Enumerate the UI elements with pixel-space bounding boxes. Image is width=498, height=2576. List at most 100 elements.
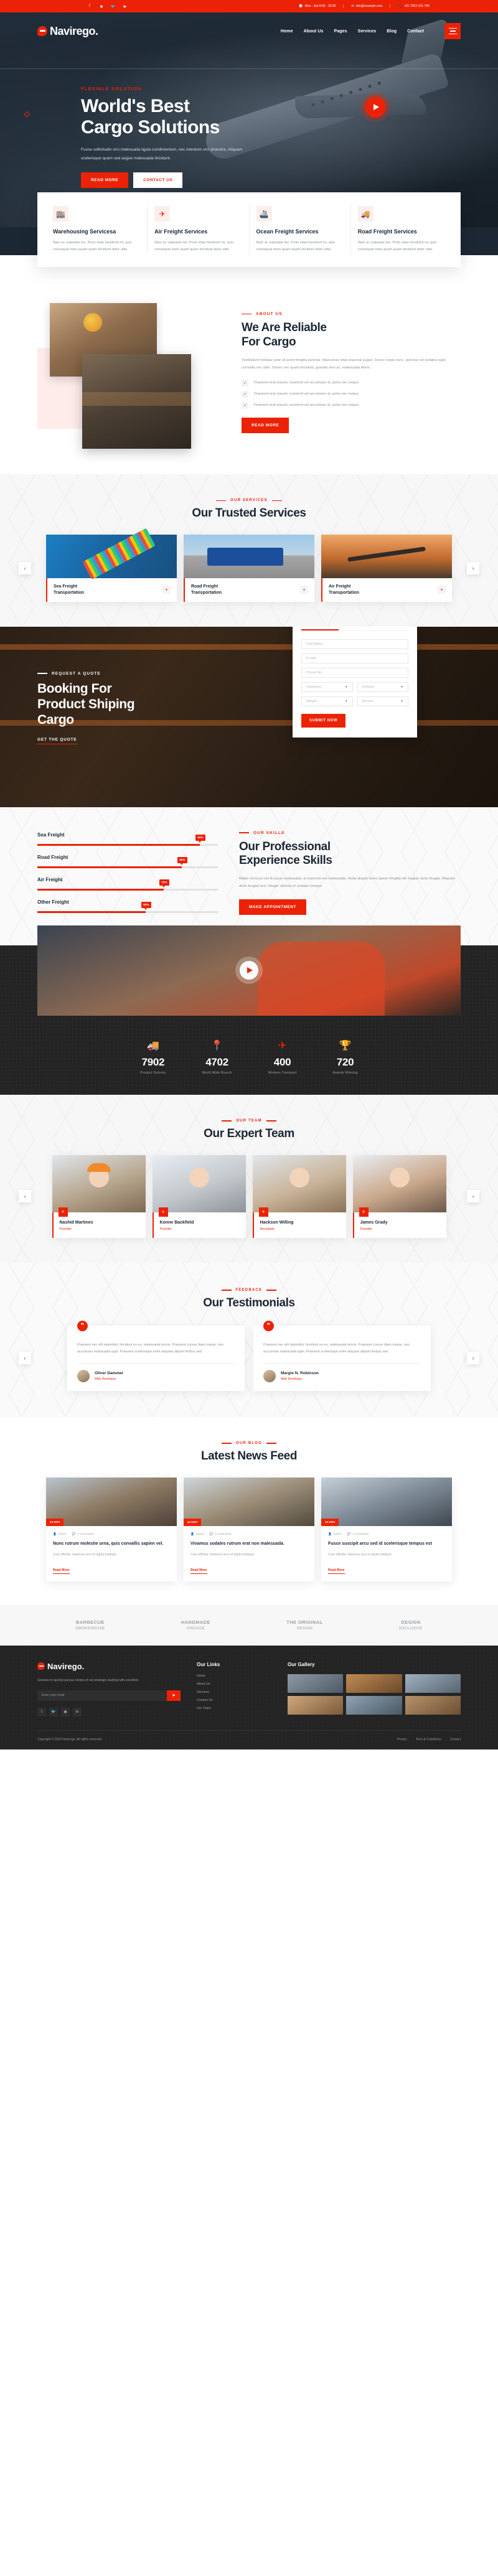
plus-icon[interactable]: + xyxy=(438,586,446,594)
read-more-link[interactable]: Read More xyxy=(190,1568,207,1575)
service-slide[interactable]: Air Freight Transportation + xyxy=(321,535,452,602)
nav-item-home[interactable]: Home xyxy=(281,29,293,34)
gallery-thumb[interactable] xyxy=(346,1695,402,1715)
plus-icon[interactable]: + xyxy=(162,586,171,594)
instagram-icon[interactable]: ◉ xyxy=(99,4,104,9)
twitter-icon[interactable]: 🐦 xyxy=(49,1707,58,1717)
team-member[interactable]: + Konne Backfield Founder xyxy=(152,1155,246,1238)
blog-post[interactable]: 24 NOV 👤 Admin 💬 2 Comments Vivamus soda… xyxy=(184,1477,314,1582)
make-appointment-button[interactable]: MAKE APPOINTMENT xyxy=(239,899,307,915)
plus-icon[interactable]: + xyxy=(58,1207,68,1217)
team-member[interactable]: + Hackson Willing Developer xyxy=(252,1155,346,1238)
post-title: Nunc rutrum molestie urna, quis convalli… xyxy=(53,1541,164,1546)
trusted-title: Our Trusted Services xyxy=(192,507,306,520)
menu-icon[interactable] xyxy=(444,23,461,39)
nav-item-blog[interactable]: Blog xyxy=(387,29,397,34)
service-select[interactable]: Service ▼ xyxy=(357,696,408,706)
gallery-thumb[interactable] xyxy=(405,1695,461,1715)
post-meta: 👤 Admin 💬 2 Comments xyxy=(53,1532,170,1536)
tab-request-a-quote[interactable]: Request A Quote xyxy=(301,627,339,630)
gallery-thumb[interactable] xyxy=(405,1674,461,1693)
read-more-button[interactable]: READ MORE xyxy=(81,172,129,188)
blog-section: OUR BLOG Latest News Feed 24 NOV 👤 Admin… xyxy=(0,1417,498,1606)
carousel-prev-icon[interactable]: ‹ xyxy=(19,561,31,574)
first-name-input[interactable]: First Name xyxy=(301,639,408,649)
footer-bottom-link-privacy[interactable]: Privacy xyxy=(397,1738,407,1741)
plus-icon[interactable]: + xyxy=(158,1207,168,1217)
footer: Navirego. Genesis to quickly pursue nich… xyxy=(0,1645,498,1749)
youtube-icon[interactable]: ▶ xyxy=(123,4,128,9)
departure-select[interactable]: Departure ▼ xyxy=(301,681,353,692)
gallery-thumb[interactable] xyxy=(288,1695,344,1715)
skill-label: Other Freight xyxy=(37,899,69,905)
nav-item-pages[interactable]: Pages xyxy=(334,29,347,34)
gallery-thumb[interactable] xyxy=(346,1674,402,1693)
service-card[interactable]: ✈ Air Freight Services Nam ac vulputate … xyxy=(148,206,250,253)
about-read-more-button[interactable]: READ MORE xyxy=(242,417,289,433)
carousel-next-icon[interactable]: › xyxy=(467,561,479,574)
member-photo: + xyxy=(152,1155,246,1217)
footer-bottom-link-contact[interactable]: Contact xyxy=(450,1738,461,1741)
hero-play-button[interactable] xyxy=(365,96,386,118)
email-contact[interactable]: ✉ info@example.com xyxy=(344,4,391,8)
footer-social: f 🐦 ◉ in xyxy=(37,1707,181,1717)
chevron-down-icon: ▼ xyxy=(345,685,348,689)
service-slide[interactable]: Sea Freight Transportation + xyxy=(46,535,177,602)
newsletter-input[interactable]: Enter your email xyxy=(37,1690,167,1701)
facebook-icon[interactable]: f xyxy=(37,1707,46,1717)
facebook-icon[interactable]: f xyxy=(87,4,92,9)
service-slide[interactable]: Road Freight Transportation + xyxy=(184,535,314,602)
read-more-link[interactable]: Read More xyxy=(53,1568,70,1575)
team-prev-icon[interactable]: ‹ xyxy=(19,1190,31,1203)
booking-title-line1: Booking For xyxy=(37,681,112,696)
testimonials-next-icon[interactable]: › xyxy=(467,1352,479,1365)
team-member[interactable]: + James Grady Founder xyxy=(352,1155,446,1238)
phone-input[interactable]: Phone No. xyxy=(301,667,408,678)
post-title: Vivamus sodales rutrum erat non malesuad… xyxy=(190,1541,284,1546)
testimonial-text: Praesent nec elit imperdiet, tincidunt e… xyxy=(77,1342,223,1354)
phone-contact[interactable]: 📞 +91-7052-101-786 xyxy=(390,4,437,8)
tab-track-and-trace[interactable]: Track & Trace xyxy=(350,627,380,630)
footer-link-team[interactable]: Our Team xyxy=(197,1707,271,1710)
team-next-icon[interactable]: › xyxy=(467,1190,479,1203)
service-card[interactable]: 🚢 Ocean Freight Services Nam ac vulputat… xyxy=(250,206,351,253)
email-input[interactable]: E-mail xyxy=(301,653,408,663)
plus-icon[interactable]: + xyxy=(258,1207,268,1217)
submit-now-button[interactable]: SUBMIT NOW xyxy=(301,713,346,728)
testimonials-prev-icon[interactable]: ‹ xyxy=(19,1352,31,1365)
gallery-thumb[interactable] xyxy=(288,1674,344,1693)
footer-link-contact[interactable]: Contact Us xyxy=(197,1698,271,1702)
footer-link-home[interactable]: Home xyxy=(197,1674,271,1678)
plus-icon[interactable]: + xyxy=(300,586,308,594)
footer-link-services[interactable]: Services xyxy=(197,1690,271,1694)
read-more-link[interactable]: Read More xyxy=(328,1568,345,1575)
instagram-icon[interactable]: ◉ xyxy=(61,1707,70,1717)
team-member[interactable]: + Nashid Martines Founder xyxy=(52,1155,146,1238)
member-name: Nashid Martines xyxy=(59,1220,93,1225)
site-logo[interactable]: Navirego. xyxy=(37,25,98,38)
twitter-icon[interactable]: 🐦 xyxy=(111,4,116,9)
trusted-tag-text: OUR SERVICES xyxy=(230,499,268,503)
logo-mark-icon xyxy=(37,26,47,36)
linkedin-icon[interactable]: in xyxy=(73,1707,82,1717)
nav-item-services[interactable]: Services xyxy=(358,29,377,34)
weight-select[interactable]: Weight ▼ xyxy=(301,696,353,706)
contact-us-button[interactable]: CONTACT US xyxy=(133,172,183,188)
service-card[interactable]: 🚚 Road Freight Services Nam ac vulputate… xyxy=(351,206,452,253)
nav-item-about[interactable]: About Us xyxy=(304,29,324,34)
blog-post[interactable]: 24 NOV 👤 Admin 💬 2 Comments Fusce suscip… xyxy=(321,1477,452,1582)
footer-logo[interactable]: Navirego. xyxy=(37,1662,181,1671)
service-card-title: Warehousing Servicesa xyxy=(53,228,116,235)
footer-link-about[interactable]: About Us xyxy=(197,1682,271,1686)
newsletter-submit-icon[interactable]: ➤ xyxy=(167,1690,181,1701)
plus-icon[interactable]: + xyxy=(359,1207,369,1217)
video-thumbnail[interactable] xyxy=(37,925,461,1016)
video-play-button[interactable] xyxy=(240,961,258,980)
delivery-select[interactable]: Delivery ▼ xyxy=(357,681,408,692)
member-role: Founder xyxy=(59,1227,72,1231)
nav-item-contact[interactable]: Contact xyxy=(407,29,424,34)
get-quote-link[interactable]: GET THE QUOTE xyxy=(37,738,77,745)
service-card[interactable]: 🏬 Warehousing Servicesa Nam ac vulputate… xyxy=(46,206,148,253)
blog-post[interactable]: 24 NOV 👤 Admin 💬 2 Comments Nunc rutrum … xyxy=(46,1477,177,1582)
footer-bottom-link-terms[interactable]: Term & Conditions xyxy=(416,1738,441,1741)
